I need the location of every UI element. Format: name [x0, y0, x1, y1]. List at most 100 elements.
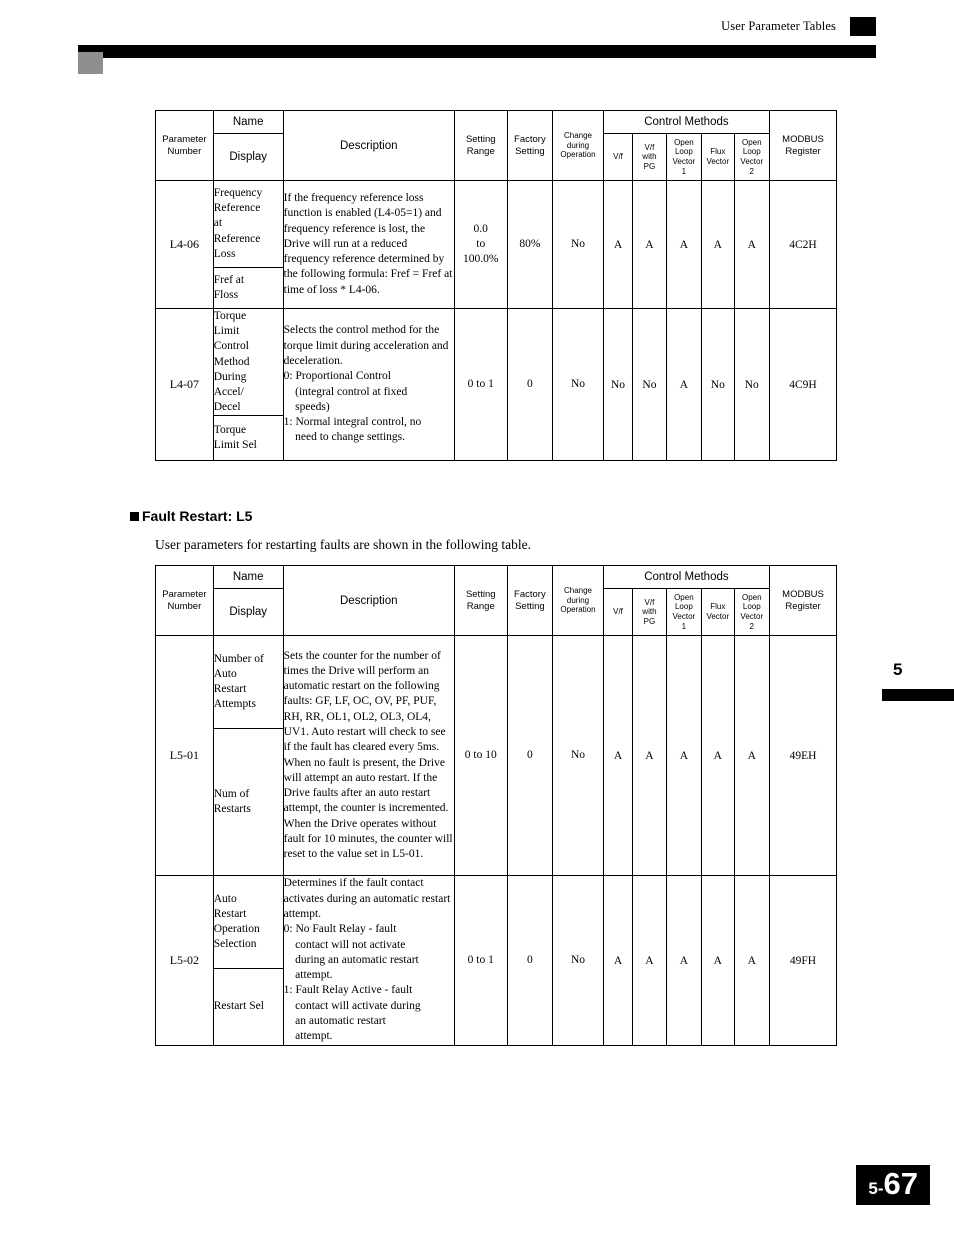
header-change-line2: during — [566, 595, 590, 605]
cell-parameter-number: L4-06 — [155, 180, 214, 309]
cell-vf: A — [602, 635, 634, 876]
cell-description: If the frequency reference loss function… — [282, 180, 455, 309]
header-setting-range-line1: Setting — [465, 588, 496, 600]
header-olv2-line3: Vector — [740, 157, 764, 166]
cell-setting-range: 0 to 1 — [453, 875, 508, 1046]
cell-name: Torque Limit Control Method During Accel/Dece… — [212, 307, 284, 417]
header-name: Name — [212, 110, 284, 134]
cell-parameter-number: L5-01 — [155, 635, 214, 876]
header-description: Description — [282, 565, 455, 636]
cell-name: Auto Restart Operation Selection — [212, 875, 284, 969]
header-modbus-line1: MODBUS — [782, 133, 824, 145]
header-name: Name — [212, 565, 284, 589]
cell-factory-setting: 0 — [506, 875, 554, 1046]
parameter-table-l5: Parameter Number Name Description Settin… — [155, 565, 837, 1046]
header-parameter-number-line2: Number — [167, 600, 202, 612]
header-modbus-register: MODBUS Register — [769, 565, 837, 636]
header-flux-line2: Vector — [706, 157, 730, 166]
cell-vf: A — [602, 180, 634, 309]
table-header-row-top: Parameter Number Name Description Settin… — [155, 110, 837, 181]
header-olv2-line1: Open — [741, 137, 762, 147]
cell-vf: No — [602, 307, 634, 462]
header-open-loop-vector-1: Open Loop Vector 1 — [665, 133, 703, 181]
header-setting-range: Setting Range — [453, 110, 508, 181]
chapter-tab-bar — [882, 689, 954, 701]
cell-parameter-number: L4-07 — [155, 307, 214, 462]
chapter-number: 5 — [893, 660, 903, 679]
page-number-badge: 5-67 — [856, 1165, 930, 1205]
cell-open-loop-vector-2: A — [733, 635, 771, 876]
cell-open-loop-vector-1: A — [665, 180, 703, 309]
cell-flux-vector: No — [701, 307, 735, 462]
table-row: L5-02 Auto Restart Operation Selection Dete… — [155, 875, 837, 1046]
header-parameter-number: Parameter Number — [155, 110, 214, 181]
cell-display: Torque Limit Sel — [212, 415, 284, 462]
table-row: L5-01 Number of Auto Restart Attempts Sets … — [155, 635, 837, 876]
cell-display: Restart Sel — [212, 968, 284, 1046]
header-olv1-line2: Loop — [674, 147, 693, 157]
header-factory-setting-line2: Setting — [515, 600, 545, 612]
page-number-prefix: 5- — [868, 1179, 884, 1198]
cell-open-loop-vector-1: A — [665, 307, 703, 462]
header-olv1-line1: Open — [674, 137, 694, 147]
cell-change-during-operation: No — [552, 875, 604, 1046]
header-olv1-line3: Vector — [672, 612, 696, 621]
header-vf-pg-line2: with — [642, 607, 657, 617]
header-olv2-line4: 2 — [749, 621, 754, 631]
header-flux-line2: Vector — [706, 612, 730, 621]
header-setting-range-line1: Setting — [465, 133, 496, 145]
cell-vf-with-pg: A — [632, 875, 667, 1046]
header-rule — [78, 45, 876, 58]
cell-description: Selects the control method for the torqu… — [282, 307, 455, 462]
cell-open-loop-vector-2: A — [733, 180, 771, 309]
header-olv2-line3: Vector — [740, 612, 764, 621]
header-olv1-line3: Vector — [672, 157, 696, 166]
header-change-line2: during — [566, 140, 590, 150]
cell-change-during-operation: No — [552, 635, 604, 876]
header-parameter-number-line2: Number — [167, 145, 202, 157]
header-factory-setting: Factory Setting — [506, 565, 554, 636]
header-change-line1: Change — [563, 131, 593, 141]
page-number-value: 67 — [883, 1166, 918, 1201]
cell-flux-vector: A — [701, 875, 735, 1046]
cell-modbus-register: 4C2H — [769, 180, 837, 309]
header-olv2-line2: Loop — [742, 147, 761, 157]
header-open-loop-vector-1: Open Loop Vector 1 — [665, 588, 703, 636]
cell-vf: A — [602, 875, 634, 1046]
page-header-title: User Parameter Tables — [721, 19, 836, 33]
cell-vf-with-pg: A — [632, 180, 667, 309]
header-description: Description — [282, 110, 455, 181]
cell-modbus-register: 49FH — [769, 875, 837, 1046]
header-setting-range: Setting Range — [453, 565, 508, 636]
header-factory-setting-line1: Factory — [514, 133, 546, 145]
header-display: Display — [212, 588, 284, 636]
header-black-square — [850, 17, 876, 36]
cell-description: Determines if the fault contact activate… — [282, 875, 455, 1046]
header-parameter-number-line1: Parameter — [162, 133, 207, 145]
header-change-line3: Operation — [560, 605, 596, 615]
cell-modbus-register: 4C9H — [769, 307, 837, 462]
header-vf-pg-line2: with — [642, 152, 657, 162]
header-vf-pg-line1: V/f — [644, 597, 655, 607]
section-intro-paragraph: User parameters for restarting faults ar… — [155, 537, 532, 552]
header-flux-line1: Flux — [710, 602, 726, 612]
cell-flux-vector: A — [701, 180, 735, 309]
header-parameter-number-line1: Parameter — [162, 588, 207, 600]
header-olv2-line4: 2 — [749, 166, 754, 176]
cell-factory-setting: 80% — [506, 180, 554, 309]
header-flux-vector: Flux Vector — [701, 588, 735, 636]
header-control-methods: Control Methods — [602, 110, 771, 134]
cell-vf-with-pg: No — [632, 307, 667, 462]
header-vf-pg-line1: V/f — [644, 142, 655, 152]
cell-display: Num of Restarts — [212, 728, 284, 876]
header-gray-square — [78, 52, 103, 74]
table-row: L4-06 Frequency Reference at Reference Loss … — [155, 180, 837, 309]
section-heading: Fault Restart: L5 — [130, 508, 252, 524]
cell-description: Sets the counter for the number of times… — [282, 635, 455, 876]
document-page: User Parameter Tables 5 Parameter Number — [0, 0, 954, 1235]
cell-change-during-operation: No — [552, 180, 604, 309]
header-flux-vector: Flux Vector — [701, 133, 735, 181]
cell-modbus-register: 49EH — [769, 635, 837, 876]
header-open-loop-vector-2: Open Loop Vector 2 — [733, 588, 771, 636]
header-vf: V/f — [602, 588, 634, 636]
